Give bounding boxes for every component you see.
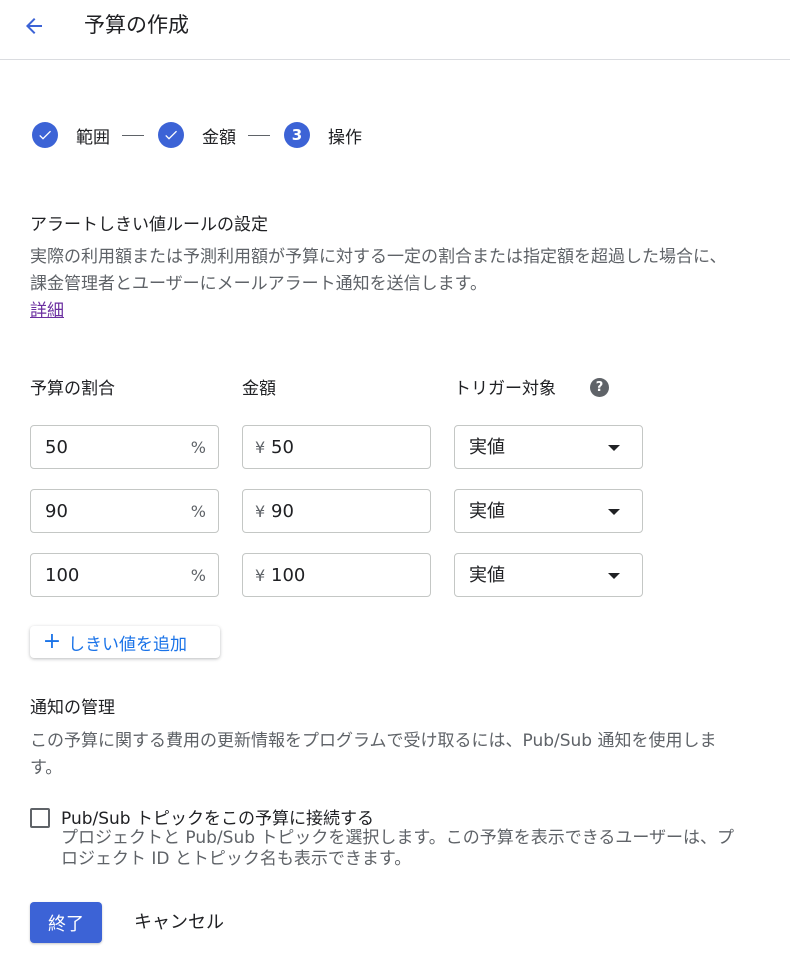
trigger-select[interactable]: 実値 xyxy=(454,425,643,469)
amount-column-header: 金額 xyxy=(242,379,276,399)
finish-button[interactable]: 終了 xyxy=(30,902,102,943)
check-icon xyxy=(165,130,177,140)
percent-value: 100 xyxy=(45,565,80,586)
pubsub-checkbox-label[interactable]: Pub/Sub トピックをこの予算に接続する xyxy=(61,804,374,829)
threshold-amount-input[interactable]: ¥ 100 xyxy=(242,553,431,597)
threshold-amount-input[interactable]: ¥ 50 xyxy=(242,425,431,469)
threshold-percent-input[interactable]: 50 % xyxy=(30,425,219,469)
plus-icon: + xyxy=(42,629,62,654)
percent-column-header: 予算の割合 xyxy=(30,379,115,399)
step-2-label: 金額 xyxy=(202,127,236,148)
stepper: 範囲 金額 3 操作 xyxy=(32,121,362,149)
trigger-selected-value: 実値 xyxy=(469,437,505,458)
notifications-heading: 通知の管理 xyxy=(30,698,115,718)
notifications-description: この予算に関する費用の更新情報をプログラムで受け取るには、Pub/Sub 通知を… xyxy=(30,731,717,778)
step-1-label: 範囲 xyxy=(76,127,110,148)
help-icon[interactable]: ? xyxy=(590,378,609,397)
dropdown-caret-icon xyxy=(608,509,620,515)
amount-value: 100 xyxy=(271,565,306,586)
dropdown-caret-icon xyxy=(608,445,620,451)
back-button[interactable] xyxy=(18,10,50,42)
alert-rules-heading: アラートしきい値ルールの設定 xyxy=(30,215,268,235)
dropdown-caret-icon xyxy=(608,573,620,579)
trigger-select[interactable]: 実値 xyxy=(454,489,643,533)
add-threshold-label: しきい値を追加 xyxy=(68,634,187,655)
top-bar: 予算の作成 xyxy=(0,0,790,60)
step-3-label: 操作 xyxy=(328,127,362,148)
step-3-current-indicator: 3 xyxy=(284,122,310,148)
threshold-percent-input[interactable]: 90 % xyxy=(30,489,219,533)
alert-rules-description: 実際の利用額または予測利用額が予算に対する一定の割合または指定額を超過した場合に… xyxy=(30,247,727,294)
cancel-button[interactable]: キャンセル xyxy=(134,908,224,934)
currency-prefix: ¥ xyxy=(255,502,266,521)
trigger-column-header: トリガー対象 xyxy=(454,379,556,399)
pubsub-checkbox[interactable] xyxy=(30,808,50,828)
trigger-selected-value: 実値 xyxy=(469,501,505,522)
arrow-left-icon xyxy=(26,18,42,34)
percent-value: 50 xyxy=(45,437,68,458)
check-icon xyxy=(39,130,51,140)
step-2-complete-indicator xyxy=(158,122,184,148)
trigger-select[interactable]: 実値 xyxy=(454,553,643,597)
step-1-complete-indicator xyxy=(32,122,58,148)
percent-suffix: % xyxy=(190,438,206,457)
percent-suffix: % xyxy=(190,566,206,585)
trigger-selected-value: 実値 xyxy=(469,565,505,586)
step-divider xyxy=(122,134,144,136)
amount-value: 50 xyxy=(271,437,294,458)
step-divider xyxy=(248,134,270,136)
threshold-amount-input[interactable]: ¥ 90 xyxy=(242,489,431,533)
pubsub-checkbox-description: プロジェクトと Pub/Sub トピックを選択します。この予算を表示できるユーザ… xyxy=(61,828,735,869)
percent-value: 90 xyxy=(45,501,68,522)
currency-prefix: ¥ xyxy=(255,438,266,457)
currency-prefix: ¥ xyxy=(255,566,266,585)
page-title: 予算の作成 xyxy=(84,13,189,37)
add-threshold-button[interactable]: + しきい値を追加 xyxy=(30,626,220,658)
percent-suffix: % xyxy=(190,502,206,521)
threshold-percent-input[interactable]: 100 % xyxy=(30,553,219,597)
learn-more-link[interactable]: 詳細 xyxy=(30,296,64,321)
amount-value: 90 xyxy=(271,501,294,522)
